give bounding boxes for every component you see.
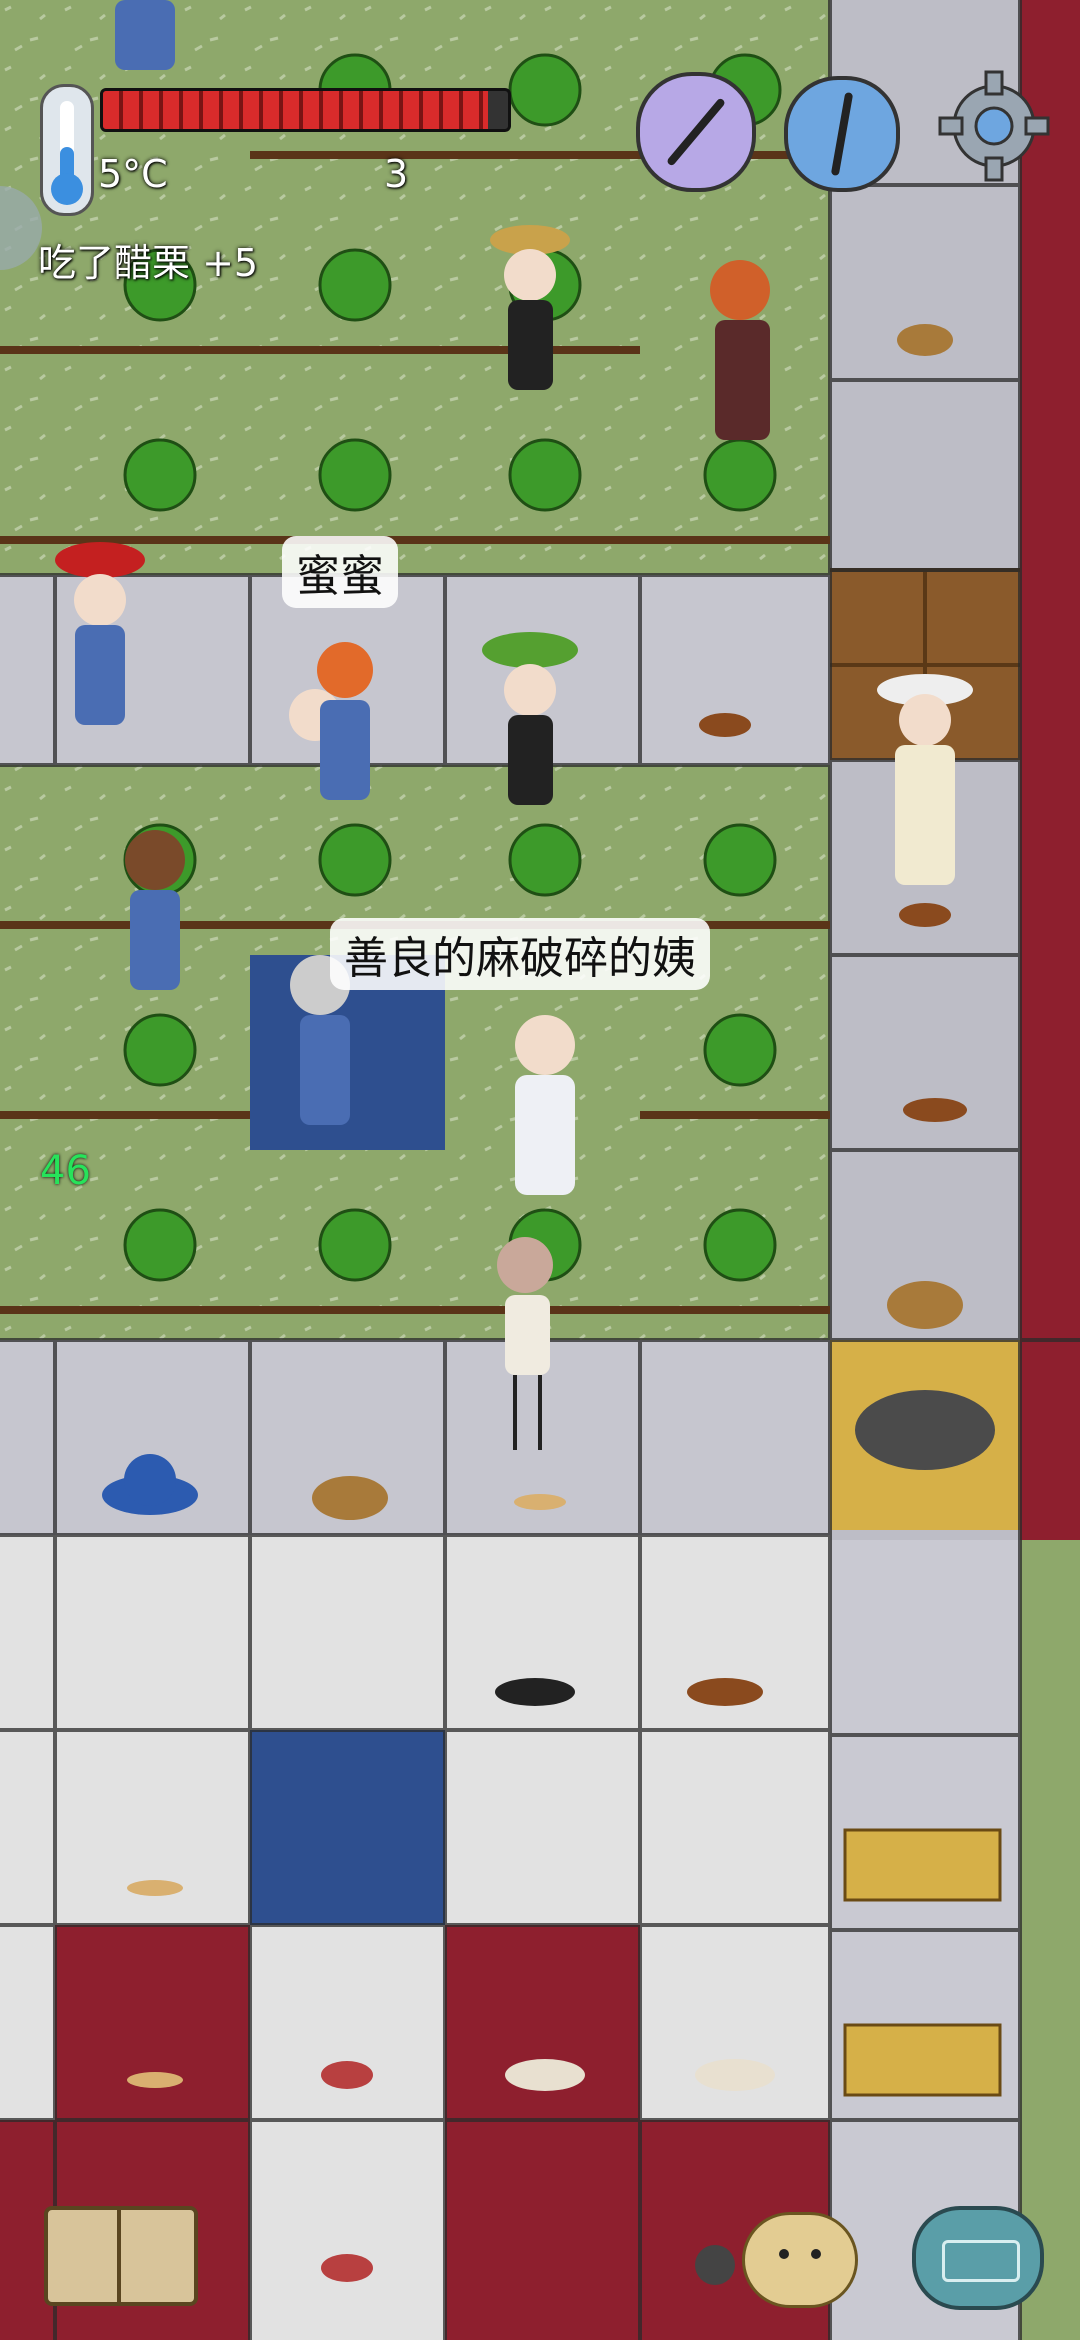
speech-bubble-mimi: 蜜蜜 [282, 536, 398, 608]
dung-item [687, 1678, 763, 1706]
gear-icon[interactable] [934, 66, 1054, 186]
speech-bubble-aunt: 善良的麻破碎的姨 [330, 918, 710, 990]
dung-item-4 [903, 1098, 967, 1122]
thermometer-icon [40, 84, 94, 216]
stone-pile [855, 1390, 995, 1470]
age-counter: 46 [40, 1148, 91, 1194]
berry-bowl-item-2 [321, 2254, 373, 2282]
charcoal-item [495, 1678, 575, 1706]
keyboard-icon[interactable] [912, 2206, 1044, 2310]
character-redhead-pair [710, 260, 770, 440]
book-icon[interactable] [44, 2206, 198, 2306]
temperature-label: 5°C [98, 152, 168, 196]
cloth-item [505, 2059, 585, 2091]
emote-face-icon[interactable] [742, 2212, 858, 2308]
rock-pile-item [695, 2245, 735, 2285]
dung-item-2 [699, 713, 751, 737]
bread-item [514, 1494, 566, 1510]
bread-item-3 [127, 2072, 183, 2088]
food-bar [100, 88, 511, 132]
food-count: 3 [384, 152, 409, 196]
basket-item-3 [887, 1281, 963, 1329]
character-braids [125, 830, 185, 990]
basket-item-2 [897, 324, 953, 356]
character-white-jacket [515, 1015, 575, 1195]
game-world[interactable] [0, 0, 1080, 2340]
cloth-item-2 [695, 2059, 775, 2091]
status-message: 吃了醋栗 +5 [38, 241, 259, 285]
home-compass-icon[interactable] [636, 72, 756, 192]
dung-item-3 [899, 903, 951, 927]
bread-item-2 [127, 1880, 183, 1896]
crate-item [843, 1828, 1002, 1902]
food-bar-fill [103, 91, 488, 129]
character-top-left [115, 0, 175, 70]
basket-item [312, 1476, 388, 1520]
crate-item-2 [843, 2023, 1002, 2097]
berry-bowl-item [321, 2061, 373, 2089]
compass-icon[interactable] [784, 76, 900, 192]
